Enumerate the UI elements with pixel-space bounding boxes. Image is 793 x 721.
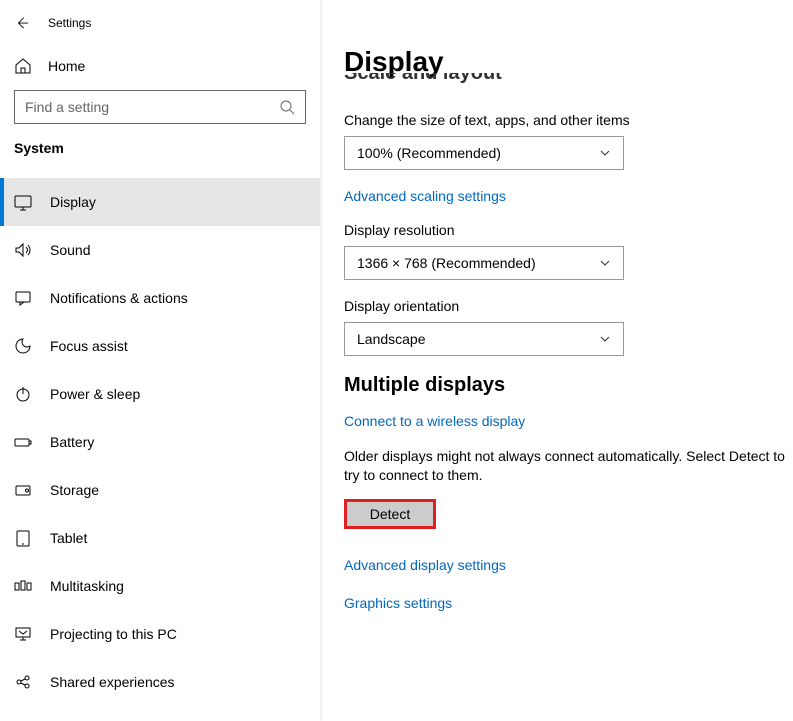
sidebar-item-label: Power & sleep <box>50 386 140 402</box>
sidebar-panel: Settings Home System Display <box>0 0 320 721</box>
display-icon <box>14 193 32 211</box>
search-input[interactable] <box>25 99 279 115</box>
sidebar-item-multitasking[interactable]: Multitasking <box>0 562 320 610</box>
sidebar-item-label: Storage <box>50 482 99 498</box>
chevron-down-icon <box>599 147 611 159</box>
sidebar-item-label: Focus assist <box>50 338 128 354</box>
sidebar-item-label: Multitasking <box>50 578 124 594</box>
orientation-dropdown[interactable]: Landscape <box>344 322 624 356</box>
connect-wireless-link[interactable]: Connect to a wireless display <box>344 413 525 429</box>
sidebar-item-label: Projecting to this PC <box>50 626 177 642</box>
sidebar-item-storage[interactable]: Storage <box>0 466 320 514</box>
scale-heading-truncated: Scale and layout <box>344 73 793 87</box>
back-icon[interactable] <box>14 15 30 31</box>
sidebar-item-label: Sound <box>50 242 90 258</box>
multiple-displays-heading: Multiple displays <box>344 374 793 397</box>
nav-list: Display Sound Notifications & actions Fo… <box>0 178 320 706</box>
sidebar-item-focus-assist[interactable]: Focus assist <box>0 322 320 370</box>
sidebar-item-sound[interactable]: Sound <box>0 226 320 274</box>
app-title: Settings <box>48 16 91 30</box>
orientation-value: Landscape <box>357 331 426 347</box>
orientation-label: Display orientation <box>344 298 793 314</box>
sidebar-item-shared[interactable]: Shared experiences <box>0 658 320 706</box>
chevron-down-icon <box>599 257 611 269</box>
sidebar-item-notifications[interactable]: Notifications & actions <box>0 274 320 322</box>
sidebar-item-label: Notifications & actions <box>50 290 188 306</box>
advanced-display-link[interactable]: Advanced display settings <box>344 557 506 573</box>
storage-icon <box>14 481 32 499</box>
text-size-value: 100% (Recommended) <box>357 145 501 161</box>
multitasking-icon <box>14 577 32 595</box>
text-size-dropdown[interactable]: 100% (Recommended) <box>344 136 624 170</box>
home-icon <box>14 57 32 75</box>
older-displays-text: Older displays might not always connect … <box>344 447 789 485</box>
category-label: System <box>0 136 320 156</box>
header-row: Settings <box>0 0 320 46</box>
main-panel: Display Scale and layout Change the size… <box>320 0 793 721</box>
projecting-icon <box>14 625 32 643</box>
advanced-scaling-link[interactable]: Advanced scaling settings <box>344 188 506 204</box>
home-label: Home <box>48 58 85 74</box>
chevron-down-icon <box>599 333 611 345</box>
sidebar-item-tablet[interactable]: Tablet <box>0 514 320 562</box>
resolution-dropdown[interactable]: 1366 × 768 (Recommended) <box>344 246 624 280</box>
sidebar-item-label: Battery <box>50 434 94 450</box>
sidebar-item-battery[interactable]: Battery <box>0 418 320 466</box>
sidebar-item-label: Shared experiences <box>50 674 175 690</box>
search-box[interactable] <box>14 90 306 124</box>
graphics-settings-link[interactable]: Graphics settings <box>344 595 452 611</box>
sound-icon <box>14 241 32 259</box>
sidebar-item-display[interactable]: Display <box>0 178 320 226</box>
sidebar-item-label: Display <box>50 194 96 210</box>
home-nav[interactable]: Home <box>0 46 320 86</box>
sidebar-item-projecting[interactable]: Projecting to this PC <box>0 610 320 658</box>
battery-icon <box>14 433 32 451</box>
focus-assist-icon <box>14 337 32 355</box>
search-icon <box>279 99 295 115</box>
resolution-label: Display resolution <box>344 222 793 238</box>
detect-button[interactable]: Detect <box>344 499 436 529</box>
tablet-icon <box>14 529 32 547</box>
notifications-icon <box>14 289 32 307</box>
sidebar-item-power[interactable]: Power & sleep <box>0 370 320 418</box>
resolution-value: 1366 × 768 (Recommended) <box>357 255 536 271</box>
shared-icon <box>14 673 32 691</box>
text-size-label: Change the size of text, apps, and other… <box>344 112 793 128</box>
sidebar-item-label: Tablet <box>50 530 87 546</box>
power-icon <box>14 385 32 403</box>
